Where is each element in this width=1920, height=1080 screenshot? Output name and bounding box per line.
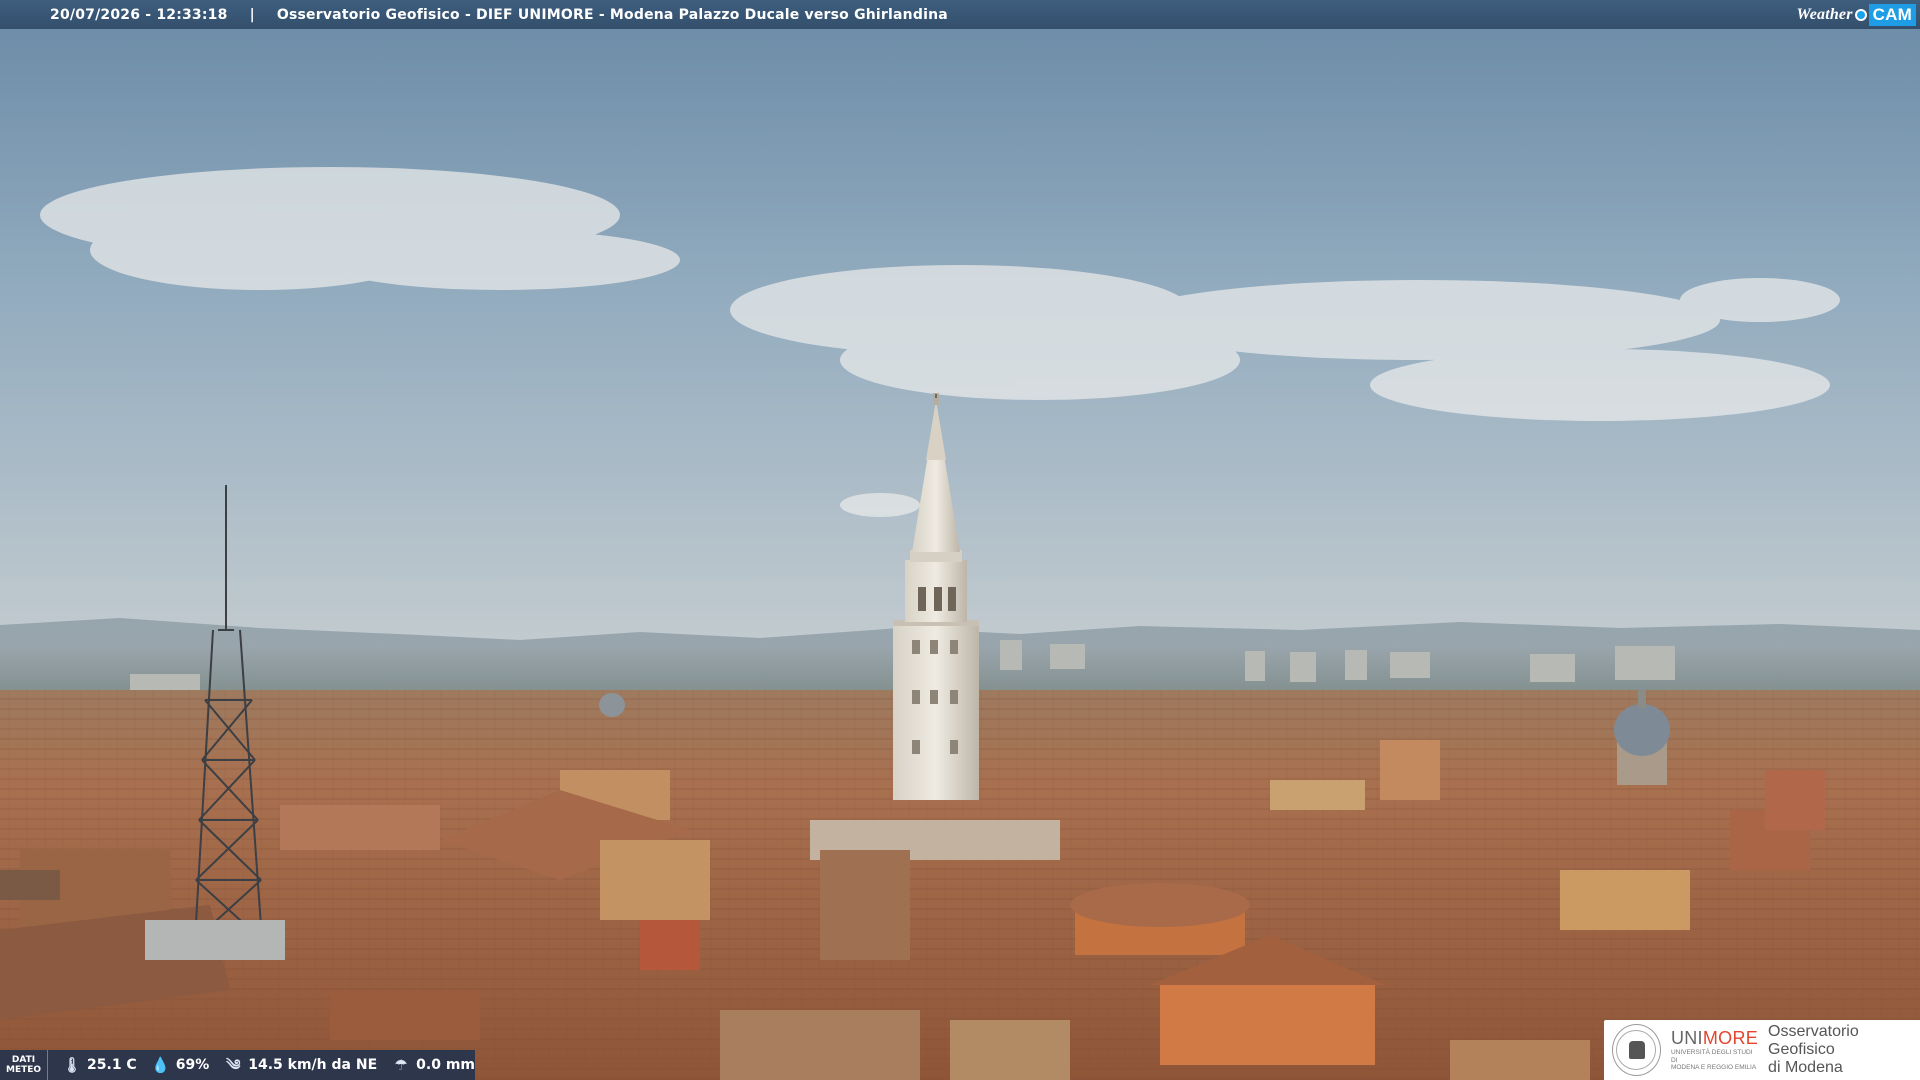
weather-label: DATI METEO [0,1050,49,1080]
unimore-subtitle-1: UNIVERSITÀ DEGLI STUDI DI [1670,1049,1753,1064]
city-panorama [0,0,1920,1080]
weather-label-line1: DATI [11,1055,36,1065]
university-seal-icon [1612,1024,1661,1076]
humidity-icon: 💧 [151,1056,171,1074]
brand-cam-text: CAM [1868,3,1916,26]
weathercam-logo: Weather CAM [1796,3,1916,26]
wind-value: 14.5 km/h da NE [248,1057,378,1073]
weather-label-line2: METEO [5,1065,42,1075]
webcam-brand-icon [1854,8,1867,21]
rain-icon: ☂ [394,1056,408,1074]
antenna-base [145,920,285,960]
thermometer-icon: 🌡 [62,1056,82,1074]
unimore-subtitle-2: MODENA E REGGIO EMILIA [1670,1064,1757,1072]
timestamp: 20/07/2026 - 12:33:18 [50,6,228,23]
unimore-part1: UNI [1670,1028,1703,1049]
brand-weather-text: Weather [1796,5,1853,23]
temperature-reading: 🌡 25.1 C [62,1055,137,1075]
observatory-name: Osservatorio Geofisico di Modena [1768,1023,1920,1077]
wind-icon: ༄ [226,1056,241,1074]
rain-value: 0.0 mm [416,1057,475,1073]
top-banner: 20/07/2026 - 12:33:18 | Osservatorio Geo… [0,0,1920,29]
observatory-line1: Osservatorio Geofisico [1768,1023,1859,1058]
unimore-wordmark: UNIMORE UNIVERSITÀ DEGLI STUDI DI MODENA… [1671,1028,1758,1072]
banner-separator: | [249,6,255,23]
camera-title: Osservatorio Geofisico - DIEF UNIMORE - … [276,6,948,23]
rain-reading: ☂ 0.0 mm [391,1055,475,1075]
temperature-value: 25.1 C [87,1057,137,1073]
unimore-logo: UNIMORE UNIVERSITÀ DEGLI STUDI DI MODENA… [1604,1020,1920,1080]
wind-reading: ༄ 14.5 km/h da NE [223,1055,377,1075]
observatory-line2: di Modena [1768,1059,1843,1076]
webcam-image [0,0,1920,1080]
humidity-value: 69% [175,1057,210,1073]
humidity-reading: 💧 69% [151,1055,210,1075]
weather-strip: DATI METEO 🌡 25.1 C 💧 69% ༄ 14.5 km/h da… [0,1050,475,1080]
small-dome [599,693,625,717]
unimore-part2: MORE [1702,1028,1759,1049]
